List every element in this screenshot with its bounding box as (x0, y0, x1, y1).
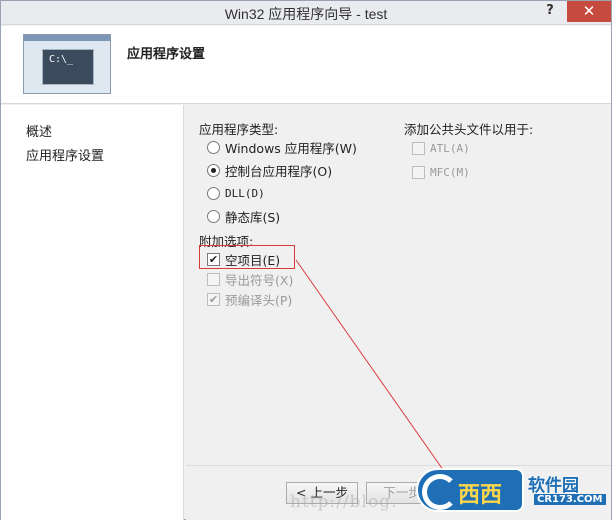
checkbox-disabled (412, 165, 425, 179)
wizard-header: C:\_ 应用程序设置 (1, 26, 611, 104)
watermark-blog-url: http://blog. (290, 492, 398, 512)
nav-item-overview[interactable]: 概述 (26, 121, 52, 140)
watermark-url: CR173.COM (534, 494, 606, 505)
close-button[interactable]: ✕ (567, 1, 611, 22)
page-heading: 应用程序设置 (127, 47, 206, 62)
radio-circle[interactable] (207, 186, 220, 200)
radio-console-app[interactable]: 控制台应用程序(O) (207, 161, 332, 179)
console-app-icon: C:\_ (23, 34, 111, 94)
checkbox-mfc: MFC(M) (412, 163, 470, 181)
checkbox-disabled (412, 141, 425, 155)
watermark-brand: 西西 (458, 483, 503, 508)
watermark-site: 软件园 (528, 476, 579, 496)
watermark-c-icon (422, 474, 458, 510)
radio-circle-selected[interactable] (207, 163, 220, 177)
checkbox-disabled (207, 272, 220, 286)
wizard-window: Win32 应用程序向导 - test ? ✕ C:\_ 应用程序设置 概述 应… (0, 0, 612, 520)
radio-static-lib[interactable]: 静态库(S) (207, 207, 280, 225)
window-title: Win32 应用程序向导 - test (224, 6, 388, 22)
radio-console-app-label: 控制台应用程序(O) (225, 163, 333, 179)
wizard-nav: 概述 应用程序设置 (1, 105, 184, 520)
title-bar: Win32 应用程序向导 - test ? ✕ (1, 1, 611, 25)
radio-windows-app-label: Windows 应用程序(W) (225, 140, 357, 156)
radio-circle[interactable] (207, 209, 220, 223)
settings-panel: 应用程序类型: Windows 应用程序(W) 控制台应用程序(O) DLL(D… (186, 105, 611, 465)
checkbox-export-symbols: 导出符号(X) (207, 270, 293, 288)
radio-static-lib-label: 静态库(S) (225, 209, 281, 225)
radio-windows-app[interactable]: Windows 应用程序(W) (207, 138, 357, 156)
radio-dll[interactable]: DLL(D) (207, 184, 265, 202)
checkbox-export-symbols-label: 导出符号(X) (225, 272, 294, 288)
console-thumb-text: C:\_ (42, 49, 94, 85)
thumb-titlebar (24, 35, 110, 41)
checkbox-disabled-checked: ✔ (207, 292, 220, 306)
app-type-label: 应用程序类型: (199, 122, 279, 137)
checkbox-precompiled-header: ✔ 预编译头(P) (207, 290, 292, 308)
radio-dll-label: DLL(D) (225, 186, 265, 200)
checkbox-atl-label: ATL(A) (430, 141, 470, 155)
common-headers-label: 添加公共头文件以用于: (404, 122, 534, 137)
watermark-logo: 西西 软件园 CR173.COM (416, 468, 610, 516)
checkbox-precompiled-header-label: 预编译头(P) (225, 292, 293, 308)
annotation-highlight-box (199, 245, 295, 269)
watermark-badge: 西西 (416, 468, 524, 512)
help-button[interactable]: ? (541, 3, 559, 21)
nav-item-app-settings[interactable]: 应用程序设置 (26, 145, 104, 164)
checkbox-mfc-label: MFC(M) (430, 165, 470, 179)
checkbox-atl: ATL(A) (412, 139, 470, 157)
radio-circle[interactable] (207, 140, 220, 154)
